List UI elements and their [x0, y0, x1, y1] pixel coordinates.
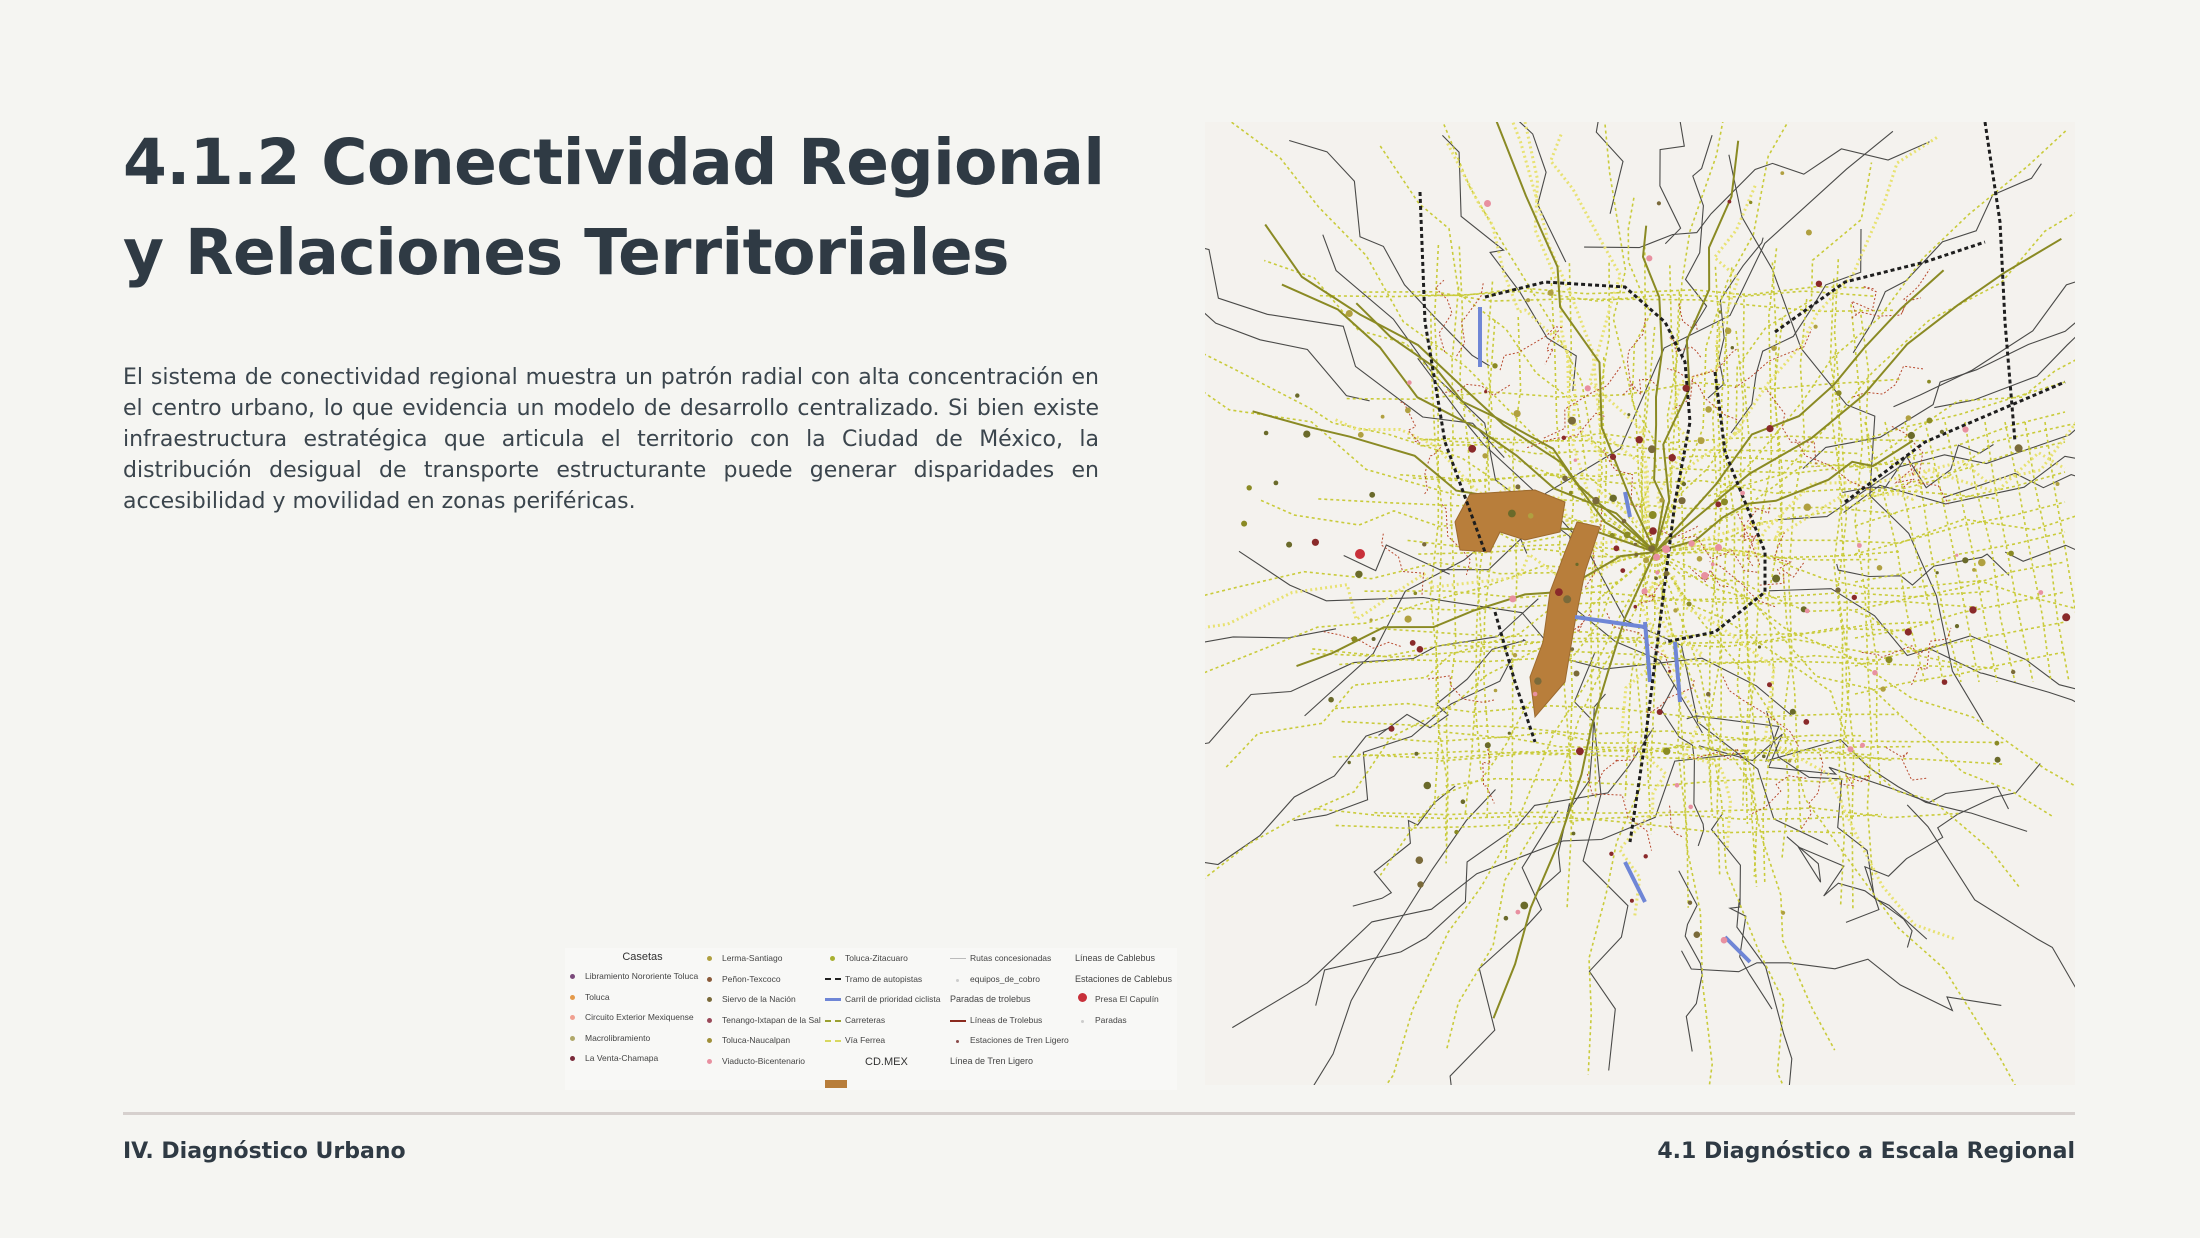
legend-column-2: Lerma-Santiago Peñon-Texcoco Siervo de l…	[702, 948, 827, 1072]
legend-column-5: Líneas de Cablebus Estaciones de Cablebu…	[1075, 948, 1175, 1030]
fare-equipment-icon	[950, 969, 964, 990]
toll-marker-icon	[702, 1010, 716, 1031]
trolleybus-line-icon	[950, 1010, 966, 1031]
cdmx-swatch-icon	[825, 1080, 847, 1090]
legend-item: Carril de prioridad ciclista	[825, 989, 950, 1010]
legend-item: Vía Ferrea	[825, 1030, 950, 1051]
toll-marker-icon	[825, 948, 839, 969]
road-line-icon	[825, 1010, 841, 1031]
toll-marker-icon	[702, 1051, 716, 1072]
route-line-icon	[950, 948, 966, 969]
toll-marker-icon	[565, 987, 579, 1008]
toll-marker-icon	[702, 1030, 716, 1051]
dam-marker-icon	[1075, 989, 1089, 1010]
legend-item: Paradas de trolebus	[950, 994, 1031, 1005]
toll-marker-icon	[702, 948, 716, 969]
legend-item: Carreteras	[825, 1010, 950, 1031]
legend-item: Toluca-Zitacuaro	[825, 948, 950, 969]
legend-item: Tramo de autopistas	[825, 969, 950, 990]
railway-line-icon	[825, 1030, 841, 1051]
toll-marker-icon	[565, 1007, 579, 1028]
legend-item: Peñon-Texcoco	[702, 969, 827, 990]
legend-column-3: Toluca-Zitacuaro Tramo de autopistas Car…	[825, 948, 950, 1088]
legend-item: Estaciones de Tren Ligero	[950, 1030, 1070, 1051]
legend-item: Paradas	[1075, 1010, 1175, 1031]
light-rail-station-icon	[950, 1030, 964, 1051]
legend-item: equipos_de_cobro	[950, 969, 1070, 990]
legend-header-casetas: Casetas	[622, 951, 663, 963]
footer-divider	[123, 1112, 2075, 1115]
legend-item: Líneas de Cablebus	[1075, 953, 1156, 963]
map-canvas	[1205, 122, 2075, 1085]
toll-marker-icon	[702, 989, 716, 1010]
stop-marker-icon	[1075, 1010, 1089, 1031]
page-title: 4.1.2 Conectividad Regional y Relaciones…	[123, 126, 1105, 289]
legend-item: Estaciones de Cablebus	[1075, 973, 1173, 984]
legend-item: Viaducto-Bicentenario	[702, 1051, 827, 1072]
footer-subsection-label: 4.1 Diagnóstico a Escala Regional	[1657, 1139, 2075, 1164]
legend-item: Toluca	[565, 987, 700, 1008]
legend-item: Lerma-Santiago	[702, 948, 827, 969]
legend-column-4: Rutas concesionadas equipos_de_cobro Par…	[950, 948, 1070, 1072]
legend-item: Presa El Capulín	[1075, 989, 1175, 1010]
legend-column-casetas: Casetas Libramiento Nororiente Toluca To…	[565, 948, 700, 1069]
legend-item: Líneas de Trolebus	[950, 1010, 1070, 1031]
legend-item: Rutas concesionadas	[950, 948, 1070, 969]
legend-item: Siervo de la Nación	[702, 989, 827, 1010]
bike-lane-line-icon	[825, 989, 841, 1010]
footer-section-label: IV. Diagnóstico Urbano	[123, 1139, 406, 1164]
legend-cdmx-label: CD.MEX	[865, 1056, 908, 1068]
toll-marker-icon	[565, 1048, 579, 1069]
legend-item: Libramiento Nororiente Toluca	[565, 966, 700, 987]
map-legend: Casetas Libramiento Nororiente Toluca To…	[565, 948, 1177, 1090]
legend-item: Circuito Exterior Mexiquense	[565, 1007, 700, 1028]
highway-line-icon	[825, 969, 841, 990]
body-paragraph: El sistema de conectividad regional mues…	[123, 365, 1099, 514]
toll-marker-icon	[702, 969, 716, 990]
toll-marker-icon	[565, 966, 579, 987]
legend-item: Toluca-Naucalpan	[702, 1030, 827, 1051]
legend-item: La Venta-Chamapa	[565, 1048, 700, 1069]
regional-connectivity-map	[1205, 122, 2075, 1085]
legend-item: Tenango-Ixtapan de la Sal	[702, 1010, 827, 1031]
legend-item: Línea de Tren Ligero	[950, 1055, 1034, 1066]
toll-marker-icon	[565, 1028, 579, 1049]
legend-item: Macrolibramiento	[565, 1028, 700, 1049]
